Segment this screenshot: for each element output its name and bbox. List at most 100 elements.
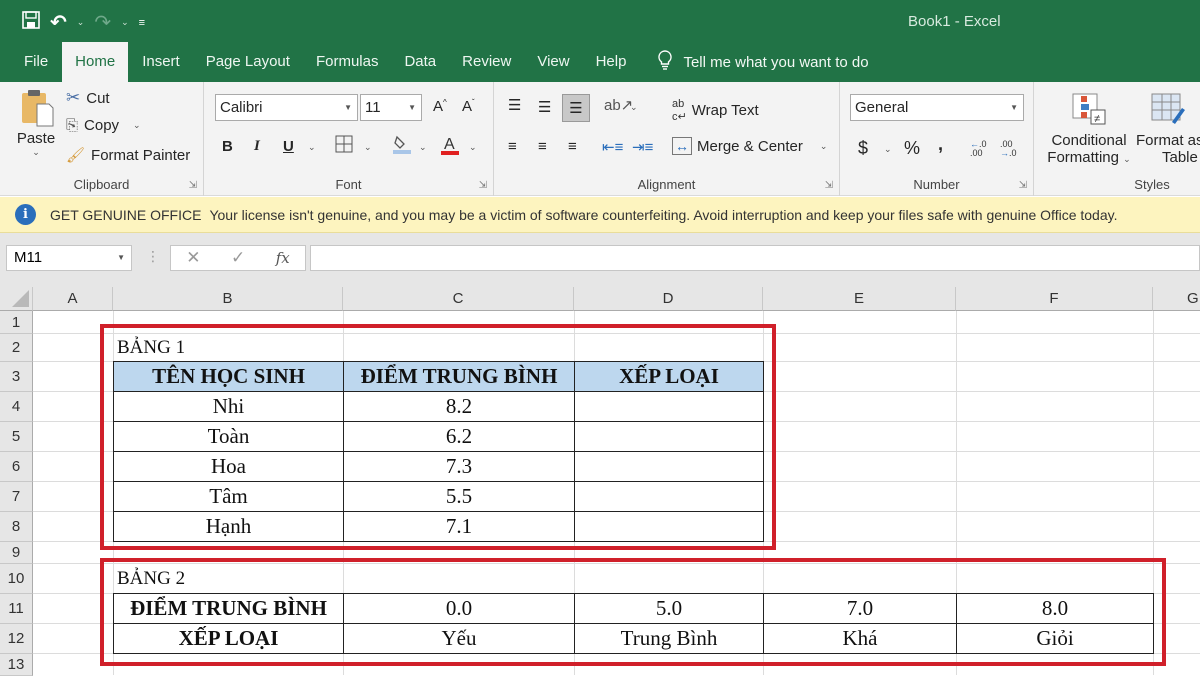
enter-icon[interactable]: ✓ [231, 248, 245, 268]
row-header-4[interactable]: 4 [0, 392, 33, 422]
number-launcher-icon[interactable]: ⇲ [1019, 180, 1027, 191]
table1-cell-rank[interactable] [574, 391, 764, 422]
column-header-e[interactable]: E [763, 287, 956, 311]
row-header-3[interactable]: 3 [0, 362, 33, 392]
cut-button[interactable]: ✂ Cut [66, 88, 110, 108]
font-color-dropdown-icon[interactable]: ⌄ [469, 142, 477, 153]
redo-dropdown-icon[interactable]: ⌄ [121, 17, 129, 28]
table1-cell-rank[interactable] [574, 481, 764, 512]
cancel-icon[interactable]: ✕ [186, 248, 200, 268]
table1-cell-name[interactable]: Hoa [113, 451, 344, 482]
currency-button[interactable]: $ [858, 138, 868, 159]
table2-score-cell[interactable]: 7.0 [763, 593, 957, 624]
decrease-font-size-icon[interactable]: Aˇ [462, 98, 475, 115]
borders-dropdown-icon[interactable]: ⌄ [364, 142, 372, 153]
insert-function-icon[interactable]: fx [276, 249, 290, 267]
increase-decimal-icon[interactable]: ←.0.00 [970, 140, 987, 158]
table1-header-name[interactable]: TÊN HỌC SINH [113, 361, 344, 392]
tab-formulas[interactable]: Formulas [303, 42, 392, 82]
tab-file[interactable]: File [0, 42, 61, 82]
tab-review[interactable]: Review [449, 42, 524, 82]
table1-cell-rank[interactable] [574, 511, 764, 542]
name-box[interactable]: M11 ▼ [6, 245, 132, 271]
customize-qat-icon[interactable]: ≡ [139, 17, 145, 29]
row-header-7[interactable]: 7 [0, 482, 33, 512]
resize-grip-icon[interactable]: ⋮ [146, 248, 160, 265]
row-header-2[interactable]: 2 [0, 334, 33, 362]
table2-rank-cell[interactable]: Yếu [343, 623, 575, 654]
percent-button[interactable]: % [904, 138, 920, 159]
column-header-a[interactable]: A [33, 287, 113, 311]
decrease-decimal-icon[interactable]: .00 →.0 [1000, 140, 1017, 158]
underline-dropdown-icon[interactable]: ⌄ [308, 142, 316, 153]
tab-page-layout[interactable]: Page Layout [193, 42, 303, 82]
align-center-icon[interactable]: ≡ [538, 138, 547, 155]
table2-score-cell[interactable]: 8.0 [956, 593, 1154, 624]
paste-button[interactable]: Paste ⌄ [14, 88, 58, 158]
alignment-launcher-icon[interactable]: ⇲ [825, 180, 833, 191]
tab-help[interactable]: Help [583, 42, 640, 82]
orientation-icon[interactable]: ab↗ [604, 96, 633, 114]
underline-button[interactable]: U [283, 138, 294, 155]
row-header-10[interactable]: 10 [0, 564, 33, 594]
align-left-icon[interactable]: ≡ [508, 138, 517, 155]
tell-me-search[interactable]: Tell me what you want to do [639, 42, 869, 82]
formula-input[interactable] [310, 245, 1200, 271]
table1-cell-name[interactable]: Tâm [113, 481, 344, 512]
column-header-g[interactable]: G [1153, 287, 1200, 311]
row-header-9[interactable]: 9 [0, 542, 33, 564]
redo-icon[interactable]: ↷ [94, 10, 111, 35]
column-header-d[interactable]: D [574, 287, 763, 311]
align-middle-icon[interactable]: ☰ [538, 98, 551, 116]
table1-cell-name[interactable]: Nhi [113, 391, 344, 422]
tab-view[interactable]: View [524, 42, 582, 82]
column-header-b[interactable]: B [113, 287, 343, 311]
merge-dropdown-icon[interactable]: ⌄ [820, 141, 828, 152]
currency-dropdown-icon[interactable]: ⌄ [884, 144, 892, 155]
undo-icon[interactable]: ↶ [50, 10, 67, 35]
table2-title[interactable]: BẢNG 2 [113, 565, 343, 593]
row-header-12[interactable]: 12 [0, 624, 33, 654]
copy-button[interactable]: ⎘ Copy ⌄ [66, 117, 141, 134]
table1-header-rank[interactable]: XẾP LOẠI [574, 361, 764, 392]
row-header-11[interactable]: 11 [0, 594, 33, 624]
format-painter-button[interactable]: 🖌 Format Painter [66, 146, 190, 165]
save-icon[interactable] [22, 11, 40, 34]
table1-cell-rank[interactable] [574, 451, 764, 482]
table2-rank-cell[interactable]: Giỏi [956, 623, 1154, 654]
tab-data[interactable]: Data [391, 42, 449, 82]
orientation-dropdown-icon[interactable]: ⌄ [630, 102, 638, 113]
increase-indent-icon[interactable]: ⇥≡ [632, 138, 653, 156]
row-header-6[interactable]: 6 [0, 452, 33, 482]
table1-title[interactable]: BẢNG 1 [113, 335, 343, 361]
select-all-button[interactable] [0, 287, 33, 311]
paste-dropdown-icon[interactable]: ⌄ [14, 147, 58, 158]
bold-button[interactable]: B [222, 138, 233, 155]
table1-cell-name[interactable]: Toàn [113, 421, 344, 452]
align-right-icon[interactable]: ≡ [568, 138, 577, 155]
row-header-8[interactable]: 8 [0, 512, 33, 542]
table2-score-cell[interactable]: 0.0 [343, 593, 575, 624]
align-bottom-icon[interactable]: ☰ [562, 94, 590, 122]
table1-cell-score[interactable]: 6.2 [343, 421, 575, 452]
table1-cell-score[interactable]: 7.3 [343, 451, 575, 482]
column-header-c[interactable]: C [343, 287, 574, 311]
table1-cell-rank[interactable] [574, 421, 764, 452]
copy-dropdown-icon[interactable]: ⌄ [133, 120, 141, 131]
font-name-select[interactable]: Calibri ▼ [215, 94, 358, 121]
table2-rank-cell[interactable]: Trung Bình [574, 623, 764, 654]
fill-color-dropdown-icon[interactable]: ⌄ [419, 142, 427, 153]
tab-home[interactable]: Home [62, 42, 129, 82]
increase-font-size-icon[interactable]: A^ [433, 98, 447, 115]
conditional-formatting-button[interactable]: ≠ Conditional Formatting ⌄ [1046, 92, 1132, 166]
font-size-select[interactable]: 11 ▼ [360, 94, 422, 121]
tab-insert[interactable]: Insert [129, 42, 193, 82]
borders-icon[interactable] [335, 135, 353, 157]
merge-center-button[interactable]: ↔ Merge & Center ⌄ [672, 137, 827, 155]
font-color-icon[interactable]: A [440, 134, 460, 160]
row-header-1[interactable]: 1 [0, 311, 33, 334]
clipboard-launcher-icon[interactable]: ⇲ [189, 180, 197, 191]
table1-cell-name[interactable]: Hạnh [113, 511, 344, 542]
align-top-icon[interactable]: ☰ [508, 96, 521, 114]
table2-rank-label[interactable]: XẾP LOẠI [113, 623, 344, 654]
